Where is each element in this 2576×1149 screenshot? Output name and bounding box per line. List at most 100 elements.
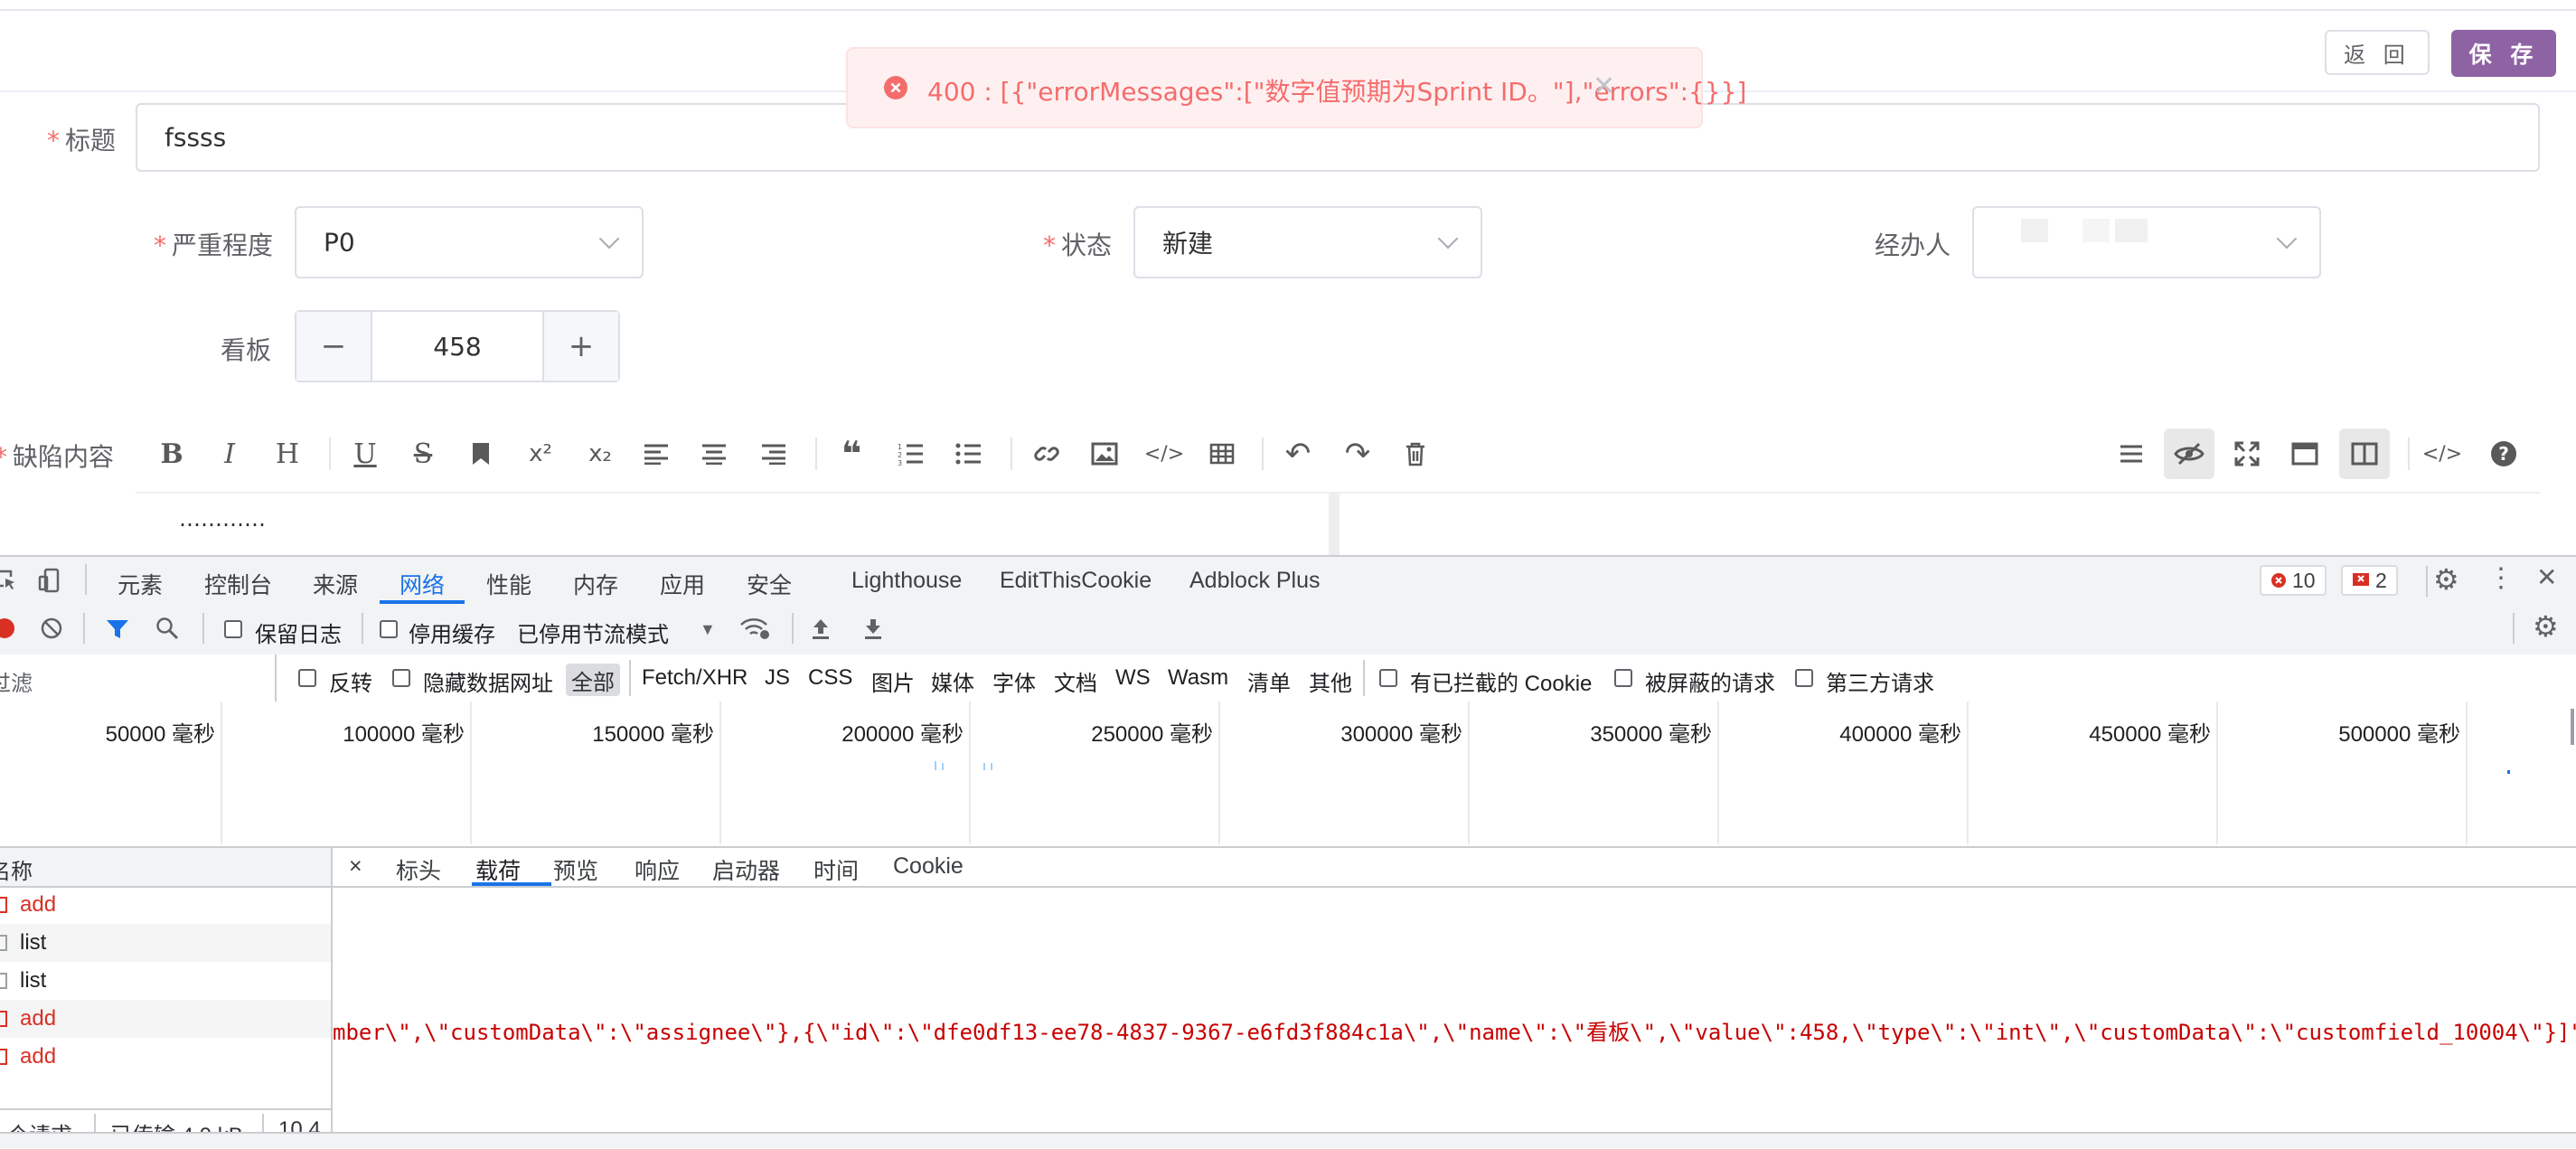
filter-type-doc[interactable]: 文档 [1054,665,1097,697]
align-right-icon[interactable] [756,436,792,472]
preview-toggle-icon[interactable] [2164,429,2214,479]
tab-security[interactable]: 安全 [747,568,792,600]
assignee-select[interactable] [1972,206,2321,278]
filter-type-manifest[interactable]: 清单 [1247,665,1291,697]
blocked-requests-checkbox[interactable] [1614,669,1632,687]
tab-timing[interactable]: 时间 [813,853,859,886]
image-icon[interactable] [1086,436,1123,472]
issue-count-badge[interactable]: 2 [2341,565,2398,596]
blocked-cookies-checkbox[interactable] [1379,669,1397,687]
request-row[interactable]: list [0,924,331,962]
italic-icon[interactable]: I [212,436,248,472]
filter-type-img[interactable]: 图片 [871,665,915,697]
bold-icon[interactable]: B [154,436,190,472]
more-options-icon[interactable]: ⋮ [2487,562,2515,594]
filter-type-js[interactable]: JS [765,665,790,691]
source-code-icon[interactable]: </> [2422,436,2462,472]
tab-payload[interactable]: 载荷 [475,853,521,886]
subscript-icon[interactable]: x₂ [582,436,618,472]
network-timeline[interactable]: 50000 毫秒 100000 毫秒 150000 毫秒 200000 毫秒 2… [0,702,2576,848]
filter-type-wasm[interactable]: Wasm [1168,665,1228,691]
request-row[interactable]: add [0,1000,331,1038]
status-select[interactable]: 新建 [1133,206,1482,278]
board-stepper[interactable]: − 458 + [295,310,620,382]
tab-application[interactable]: 应用 [660,568,705,600]
align-left-icon[interactable] [638,436,674,472]
heading-icon[interactable]: H [269,436,306,472]
tab-cookies[interactable]: Cookie [893,853,964,880]
fullscreen-icon[interactable] [2229,436,2265,472]
filter-type-fetch-xhr[interactable]: Fetch/XHR [642,665,747,691]
window-icon[interactable] [2287,436,2323,472]
import-har-icon[interactable] [810,617,832,640]
filter-type-ws[interactable]: WS [1115,665,1151,691]
tab-lighthouse[interactable]: Lighthouse [851,568,962,594]
tab-preview[interactable]: 预览 [553,853,598,886]
tab-console[interactable]: 控制台 [204,568,272,600]
close-devtools-icon[interactable]: ✕ [2536,562,2557,592]
third-party-checkbox[interactable] [1795,669,1813,687]
quote-icon[interactable]: ❝ [833,434,870,474]
undo-icon[interactable]: ↶ [1280,436,1316,472]
invert-checkbox[interactable] [298,669,316,687]
request-row[interactable]: add [0,1038,331,1076]
filter-input[interactable]: 过滤 [0,665,33,697]
split-view-icon[interactable] [2339,429,2390,479]
tab-response[interactable]: 响应 [635,853,680,886]
tab-headers[interactable]: 标头 [396,853,441,886]
board-value[interactable]: 458 [371,312,544,381]
help-icon[interactable]: ? [2486,436,2522,472]
ordered-list-icon[interactable]: 123 [893,436,929,472]
inspect-icon[interactable] [0,570,16,593]
request-row[interactable]: list [0,962,331,1000]
search-icon[interactable] [155,617,179,640]
filter-type-other[interactable]: 其他 [1309,665,1352,697]
disable-cache-checkbox[interactable] [380,620,398,638]
clear-icon[interactable] [40,617,63,640]
filter-type-css[interactable]: CSS [808,665,852,691]
unordered-list-icon[interactable] [951,436,987,472]
settings-icon[interactable]: ⚙ [2433,562,2459,597]
close-detail-icon[interactable]: × [349,853,362,880]
request-row[interactable]: add [0,886,331,924]
column-name-header[interactable]: 名称 [0,853,33,885]
code-icon[interactable]: </> [1144,436,1184,472]
tab-adblock-plus[interactable]: Adblock Plus [1189,568,1321,594]
tab-initiator[interactable]: 启动器 [712,853,780,886]
timeline-scrollbar[interactable] [2571,709,2574,745]
record-icon[interactable] [0,618,14,638]
redo-icon[interactable]: ↷ [1340,436,1376,472]
throttling-select[interactable]: 已停用节流模式 [517,617,669,648]
link-icon[interactable] [1029,436,1065,472]
hide-data-urls-checkbox[interactable] [392,669,410,687]
filter-type-media[interactable]: 媒体 [931,665,974,697]
align-center-icon[interactable] [696,436,732,472]
tab-memory[interactable]: 内存 [573,568,618,600]
severity-select[interactable]: P0 [295,206,644,278]
table-icon[interactable] [1204,436,1240,472]
device-toolbar-icon[interactable] [38,568,60,593]
filter-type-font[interactable]: 字体 [992,665,1036,697]
filter-type-all[interactable]: 全部 [566,664,620,696]
menu-icon[interactable] [2113,436,2149,472]
network-settings-icon[interactable]: ⚙ [2533,609,2559,644]
superscript-icon[interactable]: x² [522,436,559,472]
filter-icon[interactable] [105,618,130,640]
strikethrough-icon[interactable]: S [405,436,441,472]
bookmark-icon[interactable] [463,436,499,472]
tab-sources[interactable]: 来源 [313,568,358,600]
tab-editthiscookie[interactable]: EditThisCookie [1000,568,1152,594]
tab-elements[interactable]: 元素 [118,568,163,600]
tab-performance[interactable]: 性能 [486,568,531,600]
underline-icon[interactable]: U [347,436,383,472]
save-button[interactable]: 保 存 [2451,30,2556,77]
error-count-badge[interactable]: 10 [2260,565,2327,596]
preserve-log-checkbox[interactable] [224,620,242,638]
tab-network[interactable]: 网络 [400,568,445,600]
back-button[interactable]: 返 回 [2325,30,2430,75]
decrement-button[interactable]: − [296,312,372,381]
network-conditions-icon[interactable] [739,617,770,640]
payload-content[interactable]: mber\",\"customData\":\"assignee\"},{\"i… [333,1014,2576,1046]
editor-content-preview[interactable]: ………… [179,506,266,532]
increment-button[interactable]: + [542,312,618,381]
